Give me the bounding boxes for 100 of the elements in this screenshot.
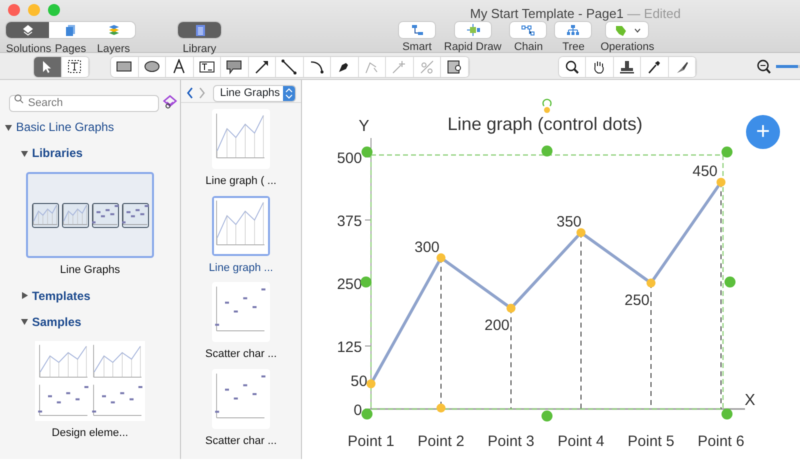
data-label: 450	[692, 163, 718, 180]
tree-icon	[566, 24, 580, 36]
tool-button[interactable]	[586, 56, 614, 76]
text-box-icon	[198, 58, 215, 74]
toolbar-button[interactable]	[555, 22, 592, 38]
item-label[interactable]: Line graph ( ...	[206, 173, 276, 190]
tool-button[interactable]	[166, 56, 194, 76]
scissors-icon	[418, 58, 435, 74]
tool-button[interactable]	[641, 56, 668, 76]
toolbar-label: Solutions	[6, 42, 49, 57]
tick-label: 250	[336, 276, 362, 293]
resize-handle[interactable]	[362, 146, 372, 158]
arc-icon	[308, 58, 325, 74]
data-label: 50	[350, 372, 368, 390]
shape-thumbnail[interactable]	[212, 282, 270, 342]
tool-button[interactable]	[614, 56, 641, 76]
chart-title: Line graph (control dots)	[447, 114, 643, 134]
category-label: Point 2	[418, 433, 464, 450]
close-button[interactable]	[8, 4, 20, 16]
disclosure-triangle[interactable]	[20, 291, 29, 300]
tool-button[interactable]	[276, 56, 304, 76]
callout-icon	[226, 58, 242, 74]
tool-button[interactable]	[111, 56, 138, 76]
item-label[interactable]: Design eleme...	[52, 424, 128, 441]
control-dot[interactable]	[646, 278, 656, 288]
tool-button[interactable]	[668, 56, 696, 76]
tree-item[interactable]: Libraries	[32, 144, 83, 162]
toolbar-label: Layers	[96, 42, 132, 57]
toolbar-label: Chain	[514, 41, 543, 54]
tool-button[interactable]	[248, 56, 276, 76]
control-dot[interactable]	[716, 178, 726, 187]
item-label[interactable]: Scatter char ...	[205, 432, 277, 449]
connector-add-icon	[391, 58, 408, 74]
control-dot[interactable]	[366, 379, 376, 388]
tool-button[interactable]	[558, 56, 586, 76]
item-label[interactable]: Scatter char ...	[205, 346, 277, 362]
rectangle-icon	[116, 58, 132, 74]
shape-thumbnail[interactable]	[212, 196, 270, 256]
chart-icon	[32, 202, 58, 228]
resize-handle[interactable]	[542, 410, 552, 422]
disclosure-triangle[interactable]	[20, 148, 29, 158]
ellipse-icon	[144, 58, 160, 74]
chart-thumbnail	[214, 198, 268, 254]
resize-handle[interactable]	[722, 408, 732, 420]
layers-icon	[106, 24, 120, 36]
resize-handle[interactable]	[362, 408, 372, 420]
toolbar-label: Tree	[562, 41, 585, 54]
resize-handle[interactable]	[724, 276, 736, 288]
text-icon	[171, 58, 188, 74]
tick-label: 500	[336, 150, 362, 167]
data-label: 200	[484, 317, 510, 334]
tool-button[interactable]	[304, 56, 331, 76]
eyedropper-icon	[646, 58, 662, 74]
shape-icon	[614, 24, 628, 36]
control-dot[interactable]	[506, 304, 516, 313]
rotate-handle[interactable]	[542, 98, 552, 113]
toolbar-button[interactable]	[510, 22, 546, 38]
control-dot[interactable]	[436, 253, 446, 262]
tool-button[interactable]	[138, 56, 166, 76]
shapes-icon	[466, 24, 480, 36]
control-dot[interactable]	[576, 228, 586, 238]
shape-thumbnail[interactable]	[212, 109, 270, 169]
pages-icon	[64, 24, 78, 36]
resize-handle[interactable]	[360, 276, 372, 288]
tool-button[interactable]	[331, 56, 358, 76]
toolbar-label: Operations	[600, 41, 654, 54]
tool-button[interactable]	[441, 56, 468, 76]
library-select[interactable]: Line Graphs	[213, 84, 296, 102]
toolbar-label: Pages	[54, 42, 88, 57]
toolbar-button[interactable]	[6, 22, 49, 38]
axis-label: X	[744, 392, 756, 409]
disclosure-triangle[interactable]	[20, 317, 29, 326]
control-dot[interactable]	[436, 404, 446, 412]
toolbar-label: Smart	[402, 41, 432, 54]
tree-item[interactable]: Basic Line Graphs	[16, 118, 114, 136]
shape-thumbnail[interactable]	[212, 368, 270, 428]
item-label[interactable]: Line Graphs	[60, 262, 120, 278]
data-label: 250	[624, 292, 650, 309]
tick-label: 0	[354, 402, 362, 419]
data-label: 350	[556, 214, 582, 231]
disclosure-triangle[interactable]	[4, 122, 13, 132]
tool-button[interactable]	[221, 56, 248, 76]
toolbar-button[interactable]	[178, 22, 221, 38]
tool-button[interactable]	[194, 56, 221, 76]
tick-label: 375	[336, 213, 362, 230]
category-label: Point 4	[558, 433, 604, 450]
toolbar-button[interactable]	[399, 22, 435, 38]
container-icon	[446, 58, 462, 74]
resize-handle[interactable]	[722, 146, 732, 158]
data-label: 300	[414, 238, 440, 256]
stamp-icon	[618, 58, 635, 74]
selection-frame[interactable]	[370, 154, 724, 410]
category-label: Point 1	[348, 433, 394, 450]
item-label[interactable]: Line graph ...	[208, 260, 274, 276]
back-icon[interactable]	[186, 87, 194, 99]
tree-item[interactable]: Templates	[32, 286, 90, 304]
tree-item[interactable]: Samples	[32, 312, 82, 330]
tool-button[interactable]	[62, 56, 89, 76]
toolbar-button[interactable]	[454, 22, 491, 38]
resize-handle[interactable]	[542, 146, 552, 156]
